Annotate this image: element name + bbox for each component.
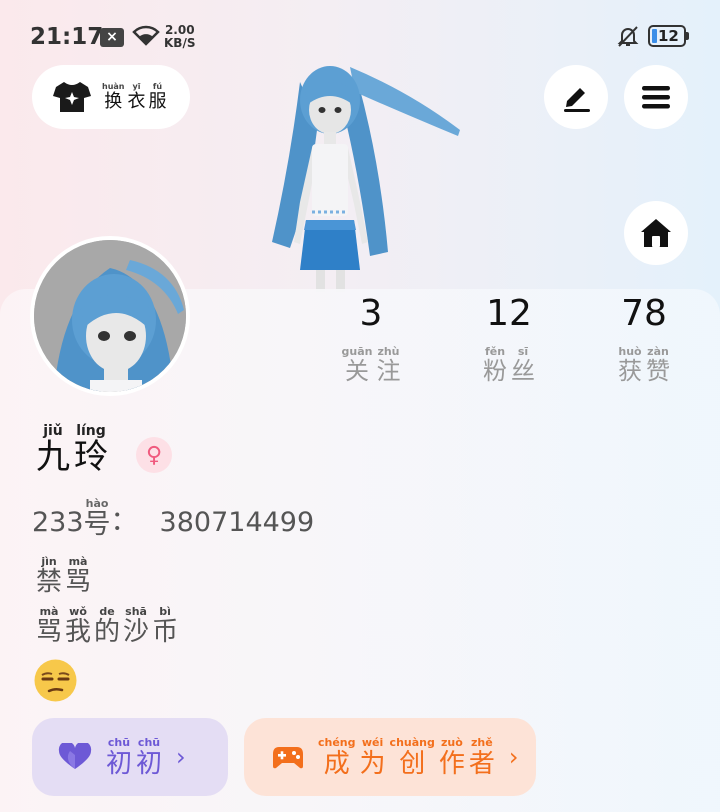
- bio-line: jìn 禁 mà 骂: [36, 555, 92, 597]
- uid-char: hào 号: [83, 497, 111, 540]
- home-icon: [641, 219, 671, 247]
- chevron-right-icon: ›: [176, 743, 186, 771]
- name-char: líng 玲: [74, 423, 108, 477]
- edit-profile-button[interactable]: [544, 65, 608, 129]
- dress-up-char: fú 服: [148, 82, 167, 112]
- stat-value: 12: [486, 293, 532, 334]
- female-icon: ♀: [136, 437, 172, 473]
- user-id[interactable]: 233 hào 号 ： 380714499: [32, 498, 314, 538]
- shirt-icon: [53, 82, 91, 112]
- stat-value: 3: [359, 293, 383, 334]
- dress-up-char: yī 衣: [127, 82, 146, 112]
- battery-nub: [686, 32, 689, 40]
- battery-level: [652, 29, 657, 43]
- stat-label: guān 关 zhù 注: [341, 345, 401, 385]
- uid-prefix: 233: [32, 507, 84, 538]
- stat-label: huò 获 zàn 赞: [618, 345, 670, 385]
- home-button[interactable]: [624, 201, 688, 265]
- bell-muted-icon: [617, 26, 639, 47]
- stat-label: fěn 粉 sī 丝: [483, 345, 535, 385]
- gamepad-icon: [272, 744, 304, 770]
- stat-likes[interactable]: 78 huò 获 zàn 赞: [584, 293, 704, 385]
- status-time: 21:17: [30, 24, 104, 50]
- dress-up-button[interactable]: huàn 换 yī 衣 fú 服: [32, 65, 190, 129]
- bio-line: mà 骂 wǒ 我 de 的 shā 沙 bì 币: [36, 605, 179, 647]
- stat-fans[interactable]: 12 fěn 粉 sī 丝: [449, 293, 569, 385]
- chevron-right-icon: ›: [508, 743, 519, 771]
- wifi-icon: [132, 25, 160, 46]
- profile-name: jiǔ 九 líng 玲: [36, 424, 108, 474]
- hamburger-icon: [642, 86, 670, 109]
- network-speed: 2.00 KB/S: [164, 24, 195, 50]
- dress-up-char: huàn 换: [102, 82, 125, 112]
- heart-icon: [58, 743, 92, 771]
- character-model[interactable]: [260, 52, 460, 292]
- become-creator-button[interactable]: chéng 成 wéi 为 chuàng 创 zuò 作 zhě 者 ›: [244, 718, 536, 796]
- battery-icon: 12: [648, 25, 686, 47]
- avatar-image: [34, 240, 186, 392]
- menu-button[interactable]: [624, 65, 688, 129]
- uid-value: 380714499: [159, 507, 315, 538]
- avatar[interactable]: [30, 236, 190, 396]
- pencil-icon: [564, 88, 590, 112]
- unamused-face-icon: [34, 659, 77, 702]
- uid-separator: ：: [110, 506, 138, 537]
- x-box-icon: ×: [100, 28, 124, 47]
- stat-following[interactable]: 3 guān 关 zhù 注: [311, 293, 431, 385]
- stat-value: 78: [621, 293, 667, 334]
- battery-percent: 12: [658, 27, 679, 45]
- chuchu-button[interactable]: chū 初 chū 初 ›: [32, 718, 228, 796]
- name-char: jiǔ 九: [36, 423, 70, 477]
- network-speed-unit: KB/S: [164, 36, 196, 50]
